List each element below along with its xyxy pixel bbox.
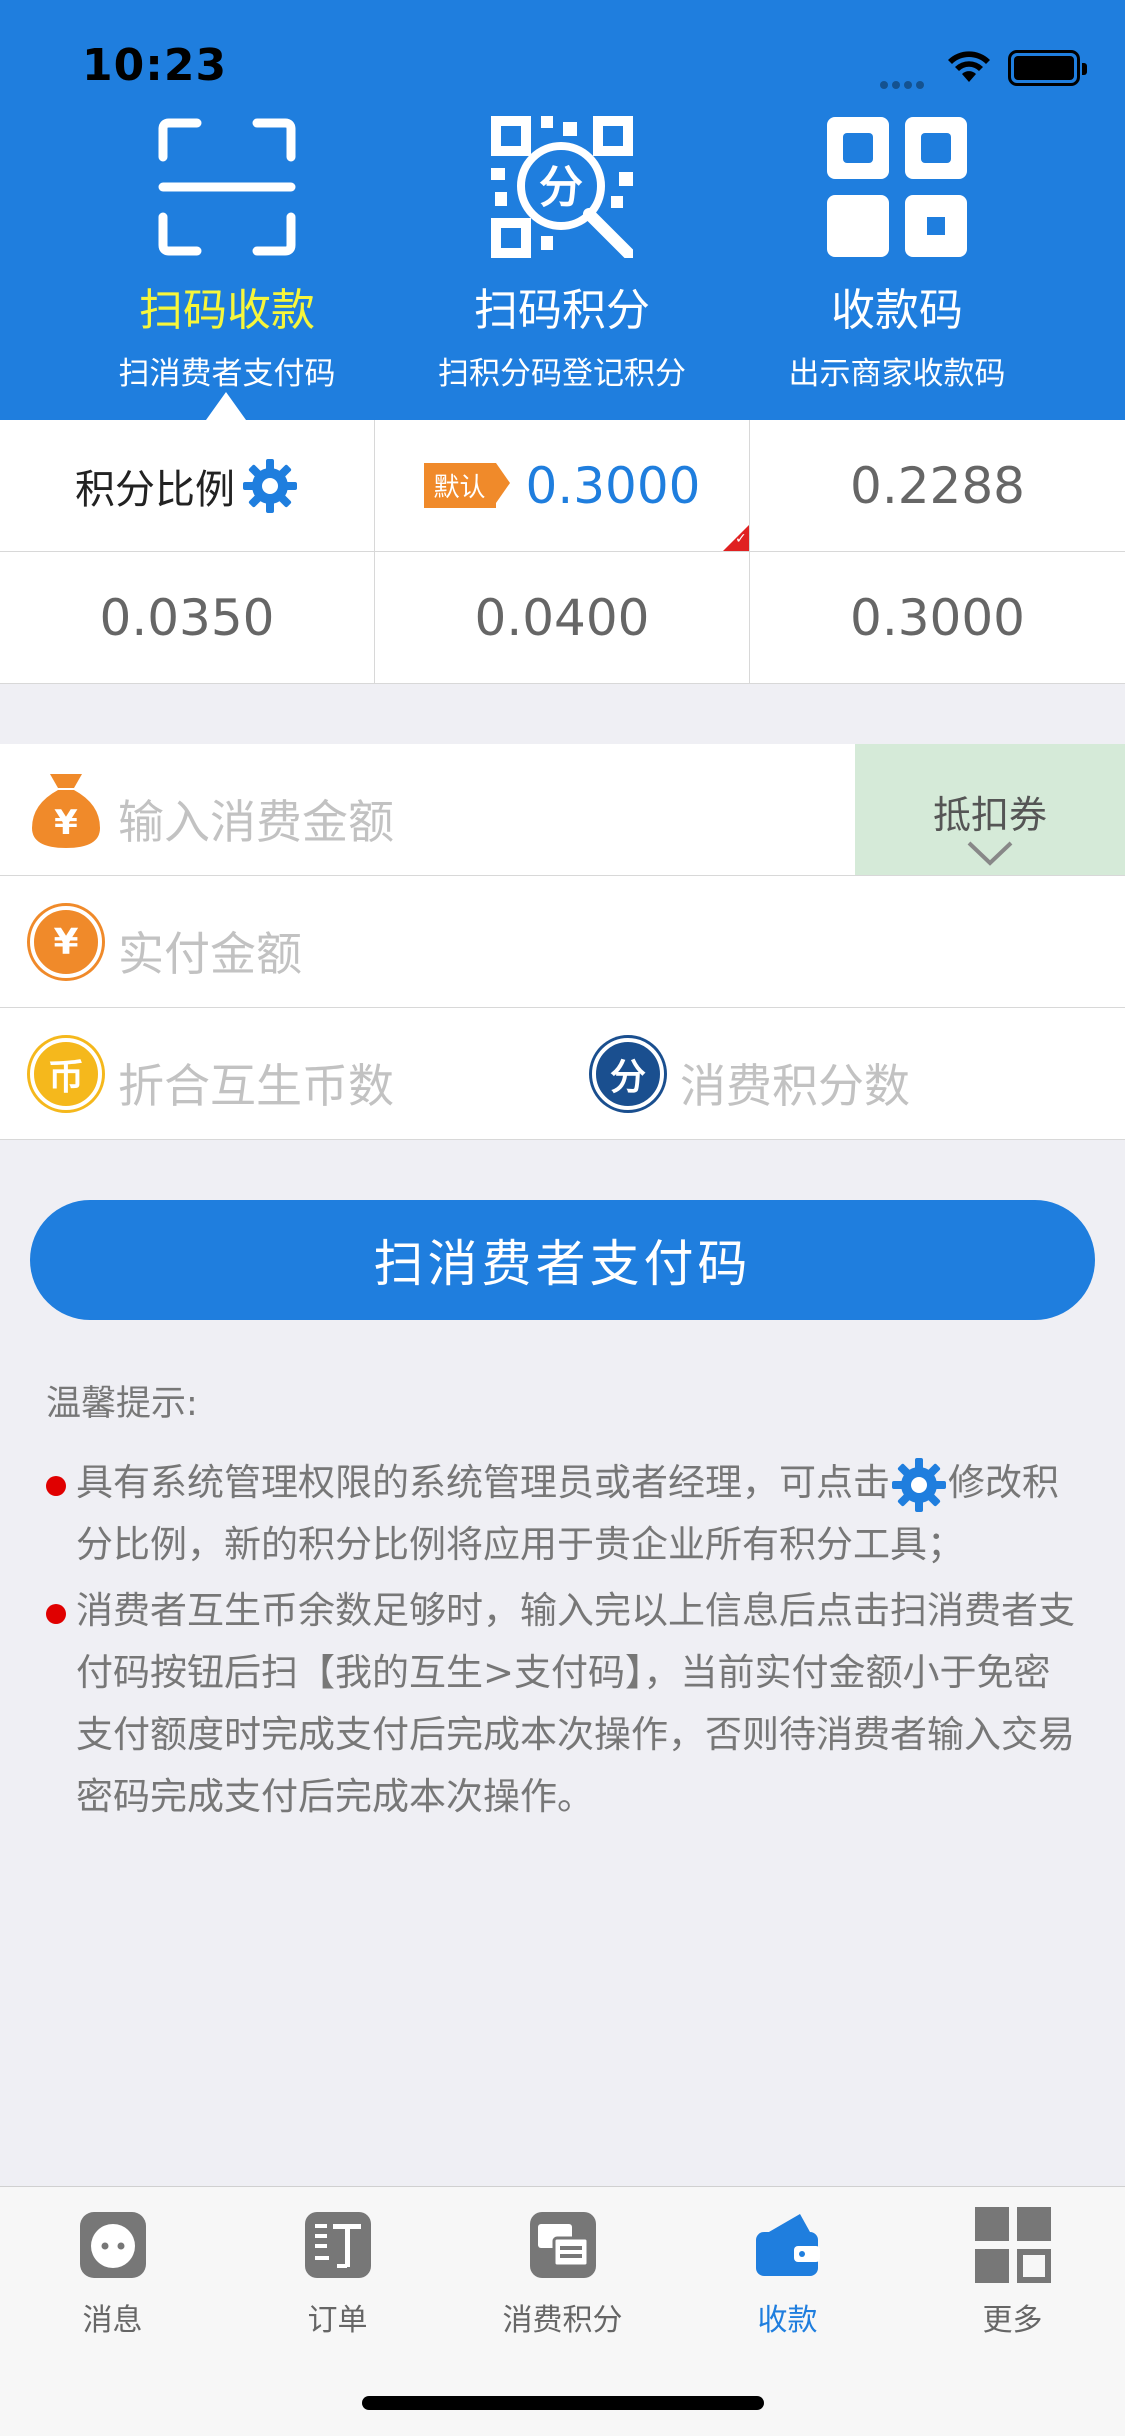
ratio-option[interactable]: 0.0350 [0,552,375,684]
action-scan-points[interactable]: 分 扫码积分 扫积分码登记积分 [392,112,732,393]
wallet-icon [755,2214,820,2276]
ratio-value: 0.2288 [850,456,1025,515]
coin-icon: 币 [30,1038,102,1110]
tips-heading: 温馨提示: [46,1384,198,1424]
tab-consume-points[interactable]: 消费积分 [450,2205,675,2339]
ratio-value: 0.0350 [99,588,275,647]
header: 10:23 扫码收款 扫消费者支付码 分 扫码积分 扫积分码登记积分 收款码 出… [0,0,1125,420]
ratio-option[interactable]: 0.3000 [750,552,1125,684]
signal-icon [880,74,932,89]
paid-amount-field[interactable]: 实付金额 [118,918,302,984]
tip-item: 具有系统管理权限的系统管理员或者经理，可点击 修改积分比例，新的积分比例将应用于… [46,1452,1086,1576]
tip-text: 具有系统管理权限的系统管理员或者经理，可点击 [76,1461,890,1504]
tab-orders[interactable]: 订单 [225,2205,450,2339]
action-receive-code[interactable]: 收款码 出示商家收款码 [727,112,1067,393]
tips-section: 温馨提示: 具有系统管理权限的系统管理员或者经理，可点击 修改积分比例，新的积分… [46,1375,1086,1832]
ratio-value: 0.3000 [525,456,701,515]
order-icon [304,2212,371,2278]
ratio-value: 0.0400 [474,588,650,647]
tab-label: 消费积分 [502,2303,623,2338]
tip-text: 消费者互生币余数足够时，输入完以上信息后点击扫消费者支付码按钮后扫【我的互生>支… [76,1589,1075,1818]
money-bag-icon: ¥ [32,774,100,848]
points-icon [529,2212,596,2278]
ratio-option-default[interactable]: 默认 0.3000 [375,420,750,552]
points-field[interactable]: 消费积分数 [680,1050,910,1116]
tab-more[interactable]: 更多 [900,2205,1125,2339]
bullet-icon [46,1476,66,1496]
yen-icon: ¥ [30,906,102,978]
payment-form: ¥ 输入消费金额 抵扣券 ¥ 实付金额 币 折合互生币数 分 消费积分数 [0,744,1125,1140]
action-subtitle: 扫消费者支付码 [118,356,336,392]
ratio-option[interactable]: 0.2288 [750,420,1125,552]
tab-receive[interactable]: 收款 [675,2205,900,2339]
points-ratio-grid: 积分比例 默认 0.3000 0.2288 0.0350 0.0400 0.30… [0,420,1125,684]
action-scan-pay[interactable]: 扫码收款 扫消费者支付码 [57,112,397,393]
action-subtitle: 出示商家收款码 [788,356,1006,392]
qr-points-icon: 分 [491,116,633,258]
coin-points-row: 币 折合互生币数 分 消费积分数 [0,1008,1125,1140]
ratio-label: 积分比例 [75,466,235,513]
paid-row: ¥ 实付金额 [0,876,1125,1008]
svg-text:¥: ¥ [54,803,78,843]
ratio-value: 0.3000 [850,588,1025,647]
bullet-icon [46,1604,66,1624]
qr-code-icon [827,117,967,257]
svg-text:分: 分 [539,162,583,213]
amount-input[interactable]: 输入消费金额 [118,786,394,852]
tab-label: 消息 [82,2303,143,2338]
tab-label: 订单 [307,2303,368,2338]
scan-frame-icon [158,118,296,256]
chevron-down-icon [967,841,1013,866]
wifi-icon [948,51,990,82]
action-title: 扫码积分 [474,285,650,336]
amount-row: ¥ 输入消费金额 抵扣券 [0,744,1125,876]
home-indicator [362,2396,764,2410]
ratio-label-cell[interactable]: 积分比例 [0,420,375,552]
coupon-dropdown[interactable]: 抵扣券 [855,744,1125,875]
action-title: 扫码收款 [139,285,315,336]
selected-check-icon [723,525,749,551]
status-time: 10:23 [82,40,228,91]
tip-item: 消费者互生币余数足够时，输入完以上信息后点击扫消费者支付码按钮后扫【我的互生>支… [46,1580,1086,1828]
coupon-label: 抵扣券 [932,793,1047,837]
gear-icon [892,1457,946,1512]
action-title: 收款码 [831,285,963,336]
battery-icon [1008,50,1087,86]
message-icon [79,2212,146,2278]
points-badge-icon: 分 [592,1038,664,1110]
tab-label: 更多 [982,2303,1043,2338]
scan-pay-button[interactable]: 扫消费者支付码 [30,1200,1095,1320]
default-tag: 默认 [423,463,510,508]
active-pointer [206,392,246,420]
coin-field[interactable]: 折合互生币数 [118,1050,394,1116]
action-subtitle: 扫积分码登记积分 [438,356,686,392]
tab-messages[interactable]: 消息 [0,2205,225,2339]
more-icon [974,2207,1051,2283]
tab-label: 收款 [757,2303,818,2338]
ratio-option[interactable]: 0.0400 [375,552,750,684]
gear-icon[interactable] [241,457,299,515]
